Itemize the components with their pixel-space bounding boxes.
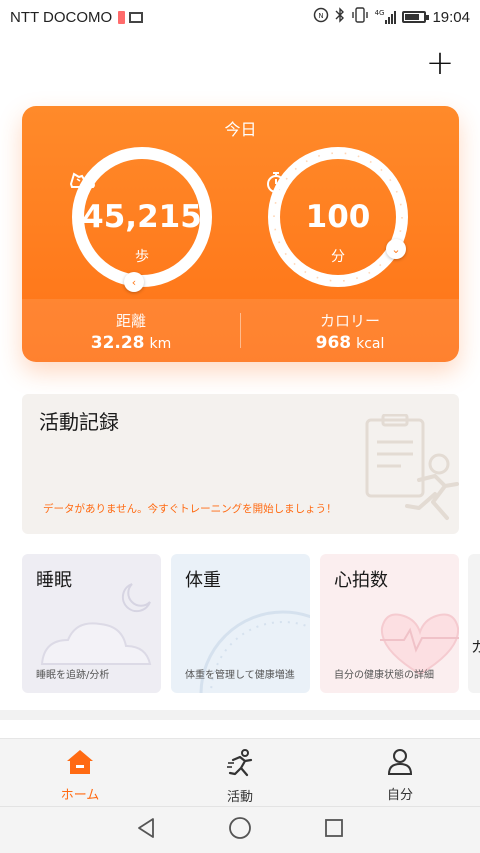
nfc-icon: N [313,7,329,27]
person-icon [386,748,414,780]
activity-log-card[interactable]: 活動記録 データがありません。今すぐトレーニングを開始しましょう！ [22,394,459,534]
nav-activity[interactable]: 活動 [160,739,320,806]
next-card-title: カ [471,638,480,656]
back-icon[interactable] [135,817,157,843]
status-bar: NTT DOCOMO N 4G 19:04 [0,0,480,34]
weight-card[interactable]: 体重 体重を管理して健康増進 [171,554,310,693]
heart-rate-card[interactable]: 心拍数 自分の健康状態の詳細 [320,554,459,693]
steps-chevron-left-icon: ‹ [124,272,144,292]
distance-value: 32.28 [90,333,145,353]
weight-desc: 体重を管理して健康増進 [185,670,295,681]
heart-rate-title: 心拍数 [334,570,388,591]
sleep-desc: 睡眠を追跡/分析 [36,670,110,681]
sim-icon [118,10,126,24]
battery-icon [402,11,430,23]
activity-empty-message: データがありません。今すぐトレーニングを開始しましょう！ [43,503,337,515]
nav-home-label: ホーム [60,788,100,803]
mail-notification-icon [129,11,144,23]
today-label: 今日 [224,120,257,139]
calories-value: 968 [315,333,352,353]
vibrate-icon [351,7,369,27]
distance-stat: 距離 32.28 km [22,299,240,362]
next-card-peek[interactable]: カ [468,554,480,693]
recents-icon[interactable] [323,817,345,843]
add-button[interactable]: + [422,46,458,82]
carrier-name: NTT DOCOMO [10,8,113,26]
runner-icon [225,748,255,782]
bluetooth-icon [335,7,345,27]
distance-label: 距離 [115,312,146,330]
signal-icon: 4G [375,10,397,24]
nav-me-label: 自分 [386,788,413,803]
calories-unit: kcal [356,336,385,352]
clock: 19:04 [432,8,470,26]
network-type: 4G [374,9,385,17]
active-minutes-ring[interactable]: 100 分 ⌄ [264,143,412,291]
today-summary-card[interactable]: 今日 45,215 歩 ‹ 100 分 ⌄ 距離 32.28km カロリー 9 [22,106,459,362]
distance-unit: km [149,336,172,352]
heart-rate-desc: 自分の健康状態の詳細 [334,670,434,681]
system-navigation-bar [0,806,480,853]
nav-me[interactable]: 自分 [320,739,480,806]
weight-title: 体重 [185,570,221,591]
calories-stat: カロリー 968 kcal [241,299,459,362]
home-icon [65,748,95,780]
nav-activity-label: 活動 [226,790,253,805]
sleep-card[interactable]: 睡眠 睡眠を追跡/分析 [22,554,161,693]
nav-home[interactable]: ホーム [0,739,160,806]
calories-label: カロリー [319,312,380,330]
home-circle-icon[interactable] [228,816,252,844]
clipboard-runner-icon [349,413,459,530]
steps-unit: 歩 [135,249,149,265]
svg-text:N: N [318,12,323,20]
section-separator [0,710,480,720]
steps-ring[interactable]: 45,215 歩 ‹ [68,143,216,292]
bottom-navigation: ホーム 活動 自分 [0,738,480,806]
minutes-check-icon: ⌄ [386,239,406,259]
sleep-title: 睡眠 [36,570,72,591]
minutes-value: 100 [305,199,371,235]
steps-value: 45,215 [82,199,202,235]
today-stats-bar: 距離 32.28 km カロリー 968 kcal [22,299,459,362]
activity-log-title: 活動記録 [39,410,119,434]
